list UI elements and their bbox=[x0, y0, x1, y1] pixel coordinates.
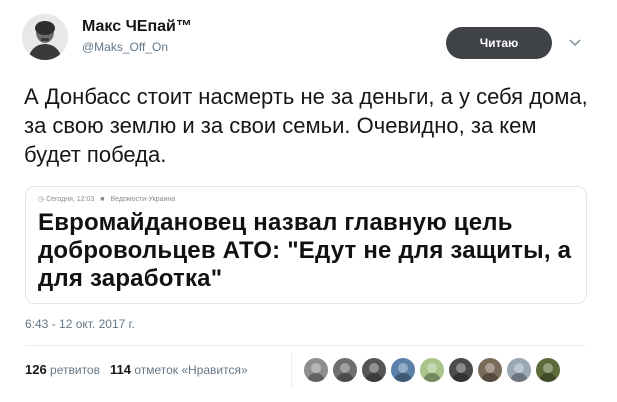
stats-separator bbox=[291, 352, 292, 388]
card-source-icon: ■ bbox=[100, 196, 105, 203]
liker-avatar[interactable] bbox=[419, 357, 445, 383]
card-headline: Евромайдановец назвал главную цель добро… bbox=[38, 209, 572, 292]
liker-avatar[interactable] bbox=[390, 357, 416, 383]
tweet-stats: 126 ретвитов 114 отметок «Нравится» bbox=[25, 362, 248, 377]
divider bbox=[25, 345, 585, 346]
liker-avatar[interactable] bbox=[361, 357, 387, 383]
liker-avatar[interactable] bbox=[477, 357, 503, 383]
likes-stat[interactable]: 114 отметок «Нравится» bbox=[109, 362, 248, 377]
card-meta: ◷ Сегодня, 12:03 ■ Ведомости-Украина bbox=[38, 195, 175, 203]
liker-avatar[interactable] bbox=[535, 357, 561, 383]
following-button[interactable]: Читаю bbox=[446, 27, 552, 59]
avatar-portrait bbox=[22, 14, 68, 60]
clock-icon: ◷ bbox=[38, 196, 45, 203]
liker-avatar[interactable] bbox=[332, 357, 358, 383]
link-card[interactable]: ◷ Сегодня, 12:03 ■ Ведомости-Украина Евр… bbox=[25, 186, 587, 304]
liker-avatar[interactable] bbox=[303, 357, 329, 383]
avatar[interactable] bbox=[22, 14, 68, 60]
retweets-stat[interactable]: 126 ретвитов bbox=[25, 362, 100, 377]
likes-label: отметок «Нравится» bbox=[134, 363, 248, 377]
user-name[interactable]: Макс ЧЕпай™ bbox=[82, 18, 192, 36]
card-source: Ведомости-Украина bbox=[110, 196, 176, 203]
likes-count: 114 bbox=[109, 362, 131, 377]
liker-avatar[interactable] bbox=[506, 357, 532, 383]
user-handle[interactable]: @Maks_Off_On bbox=[82, 40, 168, 54]
tweet-timestamp[interactable]: 6:43 - 12 окт. 2017 г. bbox=[25, 317, 135, 331]
liker-avatar[interactable] bbox=[448, 357, 474, 383]
retweets-label: ретвитов bbox=[50, 363, 100, 377]
tweet: Макс ЧЕпай™ @Maks_Off_On Читаю А Донбасс… bbox=[0, 0, 617, 402]
retweets-count: 126 bbox=[25, 362, 47, 377]
card-date: Сегодня, 12:03 bbox=[46, 196, 95, 203]
chevron-down-icon[interactable] bbox=[566, 36, 584, 50]
tweet-text: А Донбасс стоит насмерть не за деньги, а… bbox=[24, 84, 588, 167]
